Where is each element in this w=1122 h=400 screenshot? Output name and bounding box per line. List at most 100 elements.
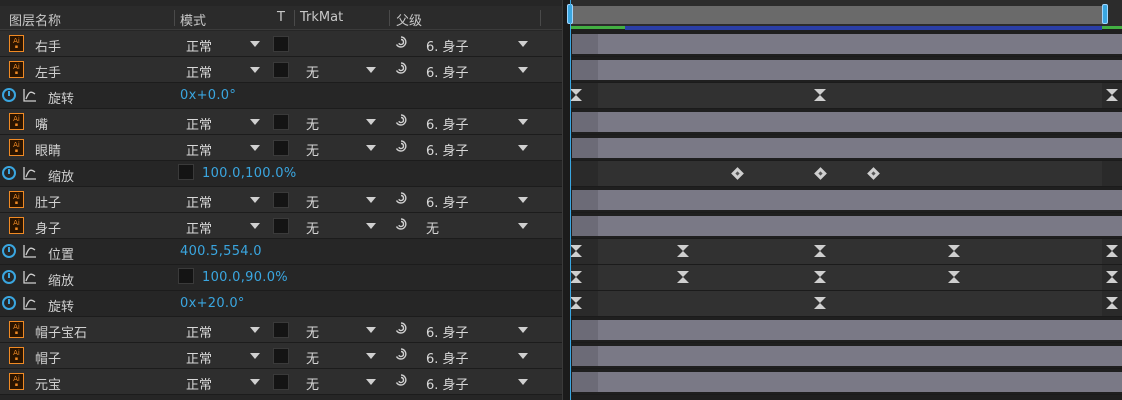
property-value[interactable]: 400.5,554.0	[180, 244, 262, 259]
layer-duration-bar[interactable]	[572, 138, 1122, 158]
layer-name[interactable]: 嘴	[35, 114, 48, 133]
hold-keyframe-icon[interactable]	[1106, 271, 1118, 283]
graph-editor-icon[interactable]	[23, 296, 37, 310]
pickwhip-icon[interactable]	[394, 139, 410, 155]
property-value[interactable]: 100.0,90.0%	[202, 270, 288, 285]
property-row[interactable]: 位置 400.5,554.0	[0, 239, 562, 265]
layer-duration-bar[interactable]	[572, 216, 1122, 236]
panel-divider[interactable]	[562, 0, 570, 400]
work-area-end-handle[interactable]	[1102, 4, 1108, 24]
header-layer-name[interactable]: 图层名称	[9, 10, 61, 29]
hold-keyframe-icon[interactable]	[677, 245, 690, 257]
constrain-proportions-icon[interactable]	[178, 268, 194, 284]
trkmat-dropdown[interactable]: 无	[298, 372, 384, 393]
time-ruler[interactable]	[567, 0, 1122, 26]
layer-row[interactable]: Ai ▪ 右手 正常 6. 身子	[0, 31, 562, 57]
preserve-transparency-checkbox[interactable]	[273, 348, 289, 364]
preserve-transparency-checkbox[interactable]	[273, 192, 289, 208]
stopwatch-icon[interactable]	[2, 88, 16, 102]
layer-name[interactable]: 眼睛	[35, 140, 61, 159]
hold-keyframe-icon[interactable]	[570, 89, 582, 101]
blend-mode-dropdown[interactable]: 正常	[180, 372, 266, 393]
pickwhip-icon[interactable]	[394, 113, 410, 129]
property-row[interactable]: 缩放 100.0,90.0%	[0, 265, 562, 291]
header-trkmat[interactable]: TrkMat	[300, 10, 343, 25]
layer-name[interactable]: 右手	[35, 36, 61, 55]
blend-mode-dropdown[interactable]: 正常	[180, 320, 266, 341]
blend-mode-dropdown[interactable]: 正常	[180, 190, 266, 211]
preserve-transparency-checkbox[interactable]	[273, 218, 289, 234]
header-t[interactable]: T	[277, 10, 285, 25]
pickwhip-icon[interactable]	[394, 61, 410, 77]
parent-dropdown[interactable]: 6. 身子	[420, 112, 536, 133]
property-row[interactable]: 缩放 100.0,100.0%	[0, 161, 562, 187]
preserve-transparency-checkbox[interactable]	[273, 140, 289, 156]
layer-name[interactable]: 左手	[35, 62, 61, 81]
layer-duration-bar[interactable]	[572, 320, 1122, 340]
layer-row[interactable]: Ai ▪ 元宝 正常 无 6. 身子	[0, 369, 562, 395]
hold-keyframe-icon[interactable]	[570, 271, 582, 283]
layer-row[interactable]: Ai ▪ 身子 正常 无 无	[0, 213, 562, 239]
preserve-transparency-checkbox[interactable]	[273, 114, 289, 130]
parent-dropdown[interactable]: 6. 身子	[420, 138, 536, 159]
parent-dropdown[interactable]: 6. 身子	[420, 346, 536, 367]
header-parent[interactable]: 父级	[396, 10, 422, 29]
trkmat-dropdown[interactable]: 无	[298, 60, 384, 81]
layer-name[interactable]: 元宝	[35, 374, 61, 393]
layer-row[interactable]: Ai ▪ 眼睛 正常 无 6. 身子	[0, 135, 562, 161]
layer-row[interactable]: Ai ▪ 嘴 正常 无 6. 身子	[0, 109, 562, 135]
graph-editor-icon[interactable]	[23, 88, 37, 102]
graph-editor-icon[interactable]	[23, 270, 37, 284]
header-mode[interactable]: 模式	[180, 10, 206, 29]
layer-name[interactable]: 肚子	[35, 192, 61, 211]
property-value[interactable]: 100.0,100.0%	[202, 166, 297, 181]
pickwhip-icon[interactable]	[394, 217, 410, 233]
layer-duration-bar[interactable]	[572, 190, 1122, 210]
pickwhip-icon[interactable]	[394, 191, 410, 207]
parent-dropdown[interactable]: 6. 身子	[420, 60, 536, 81]
blend-mode-dropdown[interactable]: 正常	[180, 112, 266, 133]
hold-keyframe-icon[interactable]	[1106, 89, 1118, 101]
blend-mode-dropdown[interactable]: 正常	[180, 216, 266, 237]
layer-duration-bar[interactable]	[572, 112, 1122, 132]
current-time-indicator[interactable]	[570, 0, 571, 400]
property-value[interactable]: 0x+0.0°	[180, 88, 236, 103]
hold-keyframe-icon[interactable]	[813, 89, 826, 101]
stopwatch-icon[interactable]	[2, 270, 16, 284]
layer-name[interactable]: 身子	[35, 218, 61, 237]
graph-editor-icon[interactable]	[23, 244, 37, 258]
preserve-transparency-checkbox[interactable]	[273, 374, 289, 390]
parent-dropdown[interactable]: 6. 身子	[420, 372, 536, 393]
layer-row[interactable]: Ai ▪ 帽子宝石 正常 无 6. 身子	[0, 317, 562, 343]
parent-dropdown[interactable]: 无	[420, 216, 536, 237]
trkmat-dropdown[interactable]: 无	[298, 190, 384, 211]
constrain-proportions-icon[interactable]	[178, 164, 194, 180]
hold-keyframe-icon[interactable]	[813, 245, 826, 257]
layer-duration-bar[interactable]	[572, 346, 1122, 366]
parent-dropdown[interactable]: 6. 身子	[420, 190, 536, 211]
pickwhip-icon[interactable]	[394, 347, 410, 363]
stopwatch-icon[interactable]	[2, 296, 16, 310]
hold-keyframe-icon[interactable]	[570, 245, 582, 257]
hold-keyframe-icon[interactable]	[677, 271, 690, 283]
property-row[interactable]: 旋转 0x+0.0°	[0, 83, 562, 109]
hold-keyframe-icon[interactable]	[1106, 245, 1118, 257]
preserve-transparency-checkbox[interactable]	[273, 62, 289, 78]
parent-dropdown[interactable]: 6. 身子	[420, 34, 536, 55]
trkmat-dropdown[interactable]: 无	[298, 346, 384, 367]
blend-mode-dropdown[interactable]: 正常	[180, 346, 266, 367]
blend-mode-dropdown[interactable]: 正常	[180, 60, 266, 81]
hold-keyframe-icon[interactable]	[1106, 297, 1118, 309]
work-area-bar[interactable]	[570, 6, 1105, 24]
preserve-transparency-checkbox[interactable]	[273, 36, 289, 52]
pickwhip-icon[interactable]	[394, 373, 410, 389]
parent-dropdown[interactable]: 6. 身子	[420, 320, 536, 341]
preserve-transparency-checkbox[interactable]	[273, 322, 289, 338]
graph-editor-icon[interactable]	[23, 166, 37, 180]
layer-row[interactable]: Ai ▪ 左手 正常 无 6. 身子	[0, 57, 562, 83]
trkmat-dropdown[interactable]: 无	[298, 320, 384, 341]
property-value[interactable]: 0x+20.0°	[180, 296, 245, 311]
layer-duration-bar[interactable]	[572, 34, 1122, 54]
trkmat-dropdown[interactable]: 无	[298, 138, 384, 159]
hold-keyframe-icon[interactable]	[947, 271, 960, 283]
